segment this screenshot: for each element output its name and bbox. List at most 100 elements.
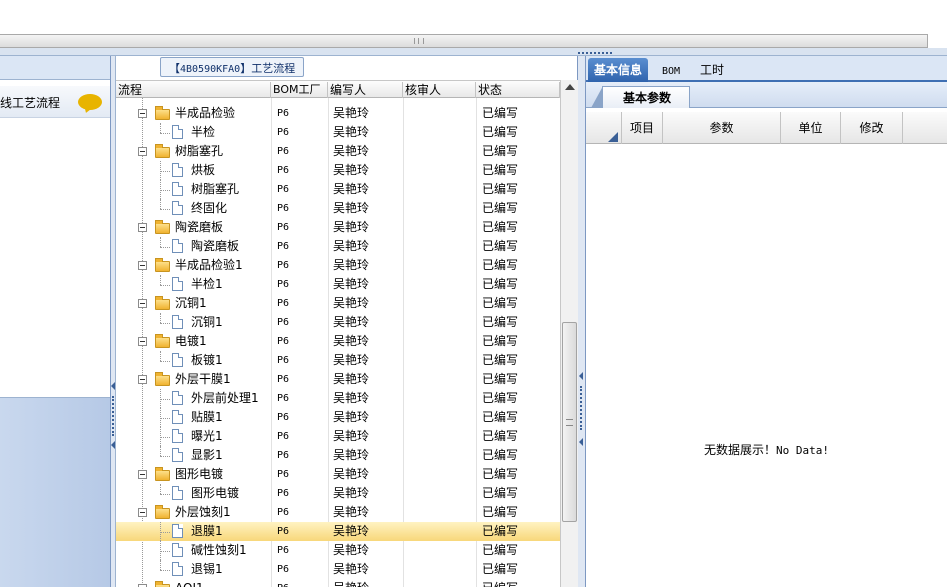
column-header-unit[interactable]: 单位: [781, 112, 841, 144]
column-header-status[interactable]: 状态: [476, 82, 560, 98]
column-header-item[interactable]: 项目: [622, 112, 663, 144]
cell-status: 已编写: [482, 201, 519, 215]
collapse-toggle-icon[interactable]: [138, 223, 147, 232]
no-data-cn: 无数据展示！: [704, 443, 777, 457]
column-header-factory[interactable]: BOM工厂: [271, 82, 328, 98]
table-row[interactable]: 显影1 P6 吴艳玲 已编写: [116, 446, 560, 465]
tab-work-hours[interactable]: 工时: [694, 58, 730, 82]
cell-factory: P6: [277, 545, 290, 556]
tree-line: [160, 313, 161, 323]
collapse-toggle-icon[interactable]: [138, 508, 147, 517]
table-row[interactable]: 半成品检验 P6 吴艳玲 已编写: [116, 104, 560, 123]
collapse-toggle-icon[interactable]: [138, 261, 147, 270]
cell-status: 已编写: [482, 486, 519, 500]
column-header-modify[interactable]: 修改: [841, 112, 903, 144]
table-row[interactable]: AOI1 P6 吴艳玲 已编写: [116, 579, 560, 587]
vertical-scrollbar[interactable]: [560, 80, 578, 587]
cell-factory: P6: [277, 393, 290, 404]
table-row[interactable]: 电镀1 P6 吴艳玲 已编写: [116, 332, 560, 351]
column-header-reviewer[interactable]: 核审人: [403, 82, 476, 98]
column-header-author[interactable]: 编写人: [328, 82, 403, 98]
process-flow-title: 【4B0590KFA0】工艺流程: [160, 57, 305, 77]
table-row[interactable]: 退膜1 P6 吴艳玲 已编写: [116, 522, 560, 541]
table-row[interactable]: 曝光1 P6 吴艳玲 已编写: [116, 427, 560, 446]
no-data-message: 无数据展示！No Data!: [586, 441, 947, 458]
collapse-left-arrow-icon[interactable]: [579, 372, 583, 380]
process-tree: 半成品检验 P6 吴艳玲 已编写 半检 P6 吴艳玲 已编写 树脂塞孔 P6 吴艳玲 已编写 烘板 P6 吴…: [116, 98, 560, 587]
right-vertical-splitter[interactable]: [578, 56, 586, 587]
collapse-left-arrow-icon[interactable]: [111, 441, 115, 449]
table-row[interactable]: 陶瓷磨板 P6 吴艳玲 已编写: [116, 237, 560, 256]
cell-status: 已编写: [482, 106, 519, 120]
document-icon: [172, 201, 183, 215]
cell-flow-name: 沉铜1: [191, 315, 223, 329]
table-row[interactable]: 外层前处理1 P6 吴艳玲 已编写: [116, 389, 560, 408]
sort-corner-icon: [608, 132, 618, 142]
table-row[interactable]: 外层干膜1 P6 吴艳玲 已编写: [116, 370, 560, 389]
collapse-toggle-icon[interactable]: [138, 470, 147, 479]
collapse-left-arrow-icon[interactable]: [579, 438, 583, 446]
splitter-dots-icon: [112, 396, 114, 436]
table-row[interactable]: 终固化 P6 吴艳玲 已编写: [116, 199, 560, 218]
table-row[interactable]: 图形电镀 P6 吴艳玲 已编写: [116, 465, 560, 484]
tab-bom[interactable]: BOM: [656, 58, 686, 82]
horizontal-splitter[interactable]: [0, 48, 947, 56]
cell-flow-name: 曝光1: [191, 429, 223, 443]
scroll-up-icon[interactable]: [565, 84, 575, 90]
table-row[interactable]: 退锡1 P6 吴艳玲 已编写: [116, 560, 560, 579]
cell-author: 吴艳玲: [333, 106, 370, 120]
table-row[interactable]: 半检1 P6 吴艳玲 已编写: [116, 275, 560, 294]
tree-line: [160, 323, 170, 324]
table-row[interactable]: 沉铜1 P6 吴艳玲 已编写: [116, 313, 560, 332]
cell-status: 已编写: [482, 505, 519, 519]
cell-author: 吴艳玲: [333, 524, 370, 538]
cell-flow-name: AOI1: [175, 579, 204, 587]
table-row[interactable]: 外层蚀刻1 P6 吴艳玲 已编写: [116, 503, 560, 522]
tree-line: [160, 437, 170, 438]
collapse-toggle-icon[interactable]: [138, 337, 147, 346]
table-row[interactable]: 碱性蚀刻1 P6 吴艳玲 已编写: [116, 541, 560, 560]
cell-status: 已编写: [482, 334, 519, 348]
table-row[interactable]: 板镀1 P6 吴艳玲 已编写: [116, 351, 560, 370]
cell-status: 已编写: [482, 163, 519, 177]
tab-basic-params[interactable]: 基本参数: [590, 86, 691, 108]
table-row[interactable]: 图形电镀 P6 吴艳玲 已编写: [116, 484, 560, 503]
table-row[interactable]: 沉铜1 P6 吴艳玲 已编写: [116, 294, 560, 313]
cell-factory: P6: [277, 146, 290, 157]
folder-icon: [155, 106, 170, 120]
cell-status: 已编写: [482, 448, 519, 462]
tree-line: [160, 285, 170, 286]
table-row[interactable]: 贴膜1 P6 吴艳玲 已编写: [116, 408, 560, 427]
tree-line: [160, 351, 161, 361]
left-panel-item[interactable]: 线工艺流程: [0, 86, 110, 118]
folder-icon: [155, 334, 170, 348]
scroll-thumb[interactable]: [562, 322, 577, 522]
table-row[interactable]: 半成品检验1 P6 吴艳玲 已编写: [116, 256, 560, 275]
no-data-en: No Data!: [776, 444, 829, 457]
table-row[interactable]: 树脂塞孔 P6 吴艳玲 已编写: [116, 142, 560, 161]
collapse-left-arrow-icon[interactable]: [111, 382, 115, 390]
collapse-toggle-icon[interactable]: [138, 375, 147, 384]
table-row[interactable]: 树脂塞孔 P6 吴艳玲 已编写: [116, 180, 560, 199]
cell-factory: P6: [277, 526, 290, 537]
cell-status: 已编写: [482, 258, 519, 272]
column-header-flow[interactable]: 流程: [116, 82, 271, 98]
cell-flow-name: 图形电镀: [175, 467, 224, 481]
tree-line: [160, 560, 161, 570]
cell-flow-name: 半检: [191, 125, 216, 139]
cell-factory: P6: [277, 241, 290, 252]
table-row[interactable]: 陶瓷磨板 P6 吴艳玲 已编写: [116, 218, 560, 237]
cell-flow-name: 外层前处理1: [191, 391, 259, 405]
comment-bubble-icon[interactable]: [78, 94, 102, 110]
collapse-toggle-icon[interactable]: [138, 147, 147, 156]
horizontal-scrollbar[interactable]: [0, 34, 928, 48]
tab-basic-info[interactable]: 基本信息: [588, 58, 649, 82]
collapse-toggle-icon[interactable]: [138, 109, 147, 118]
table-row[interactable]: 半检 P6 吴艳玲 已编写: [116, 123, 560, 142]
column-header-param[interactable]: 参数: [663, 112, 781, 144]
detail-subtabs: 基本参数: [586, 82, 947, 108]
collapse-toggle-icon[interactable]: [138, 299, 147, 308]
folder-icon: [155, 296, 170, 310]
table-row[interactable]: 烘板 P6 吴艳玲 已编写: [116, 161, 560, 180]
cell-author: 吴艳玲: [333, 391, 370, 405]
